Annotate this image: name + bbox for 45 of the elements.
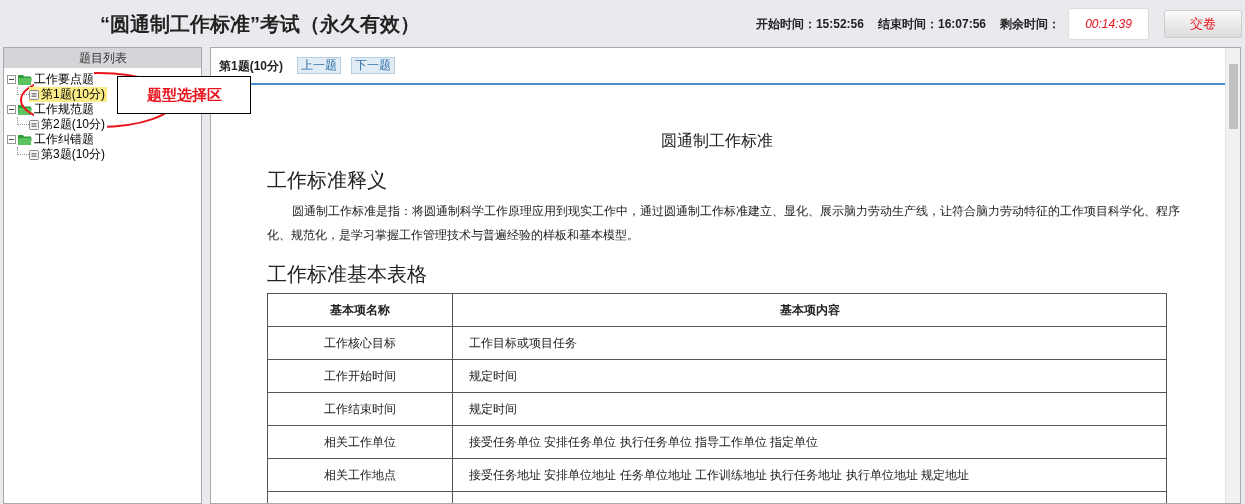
document-title: 圆通制工作标准 <box>660 131 774 151</box>
table-cell: 规定时间 <box>452 392 1167 426</box>
tree-folder-label[interactable]: 工作规范题 <box>34 102 94 117</box>
table-cell: 工作目标或项目任务 <box>452 326 1167 360</box>
scrollbar[interactable] <box>1225 48 1240 503</box>
table-cell: 工作核心目标 <box>267 326 453 360</box>
end-label: 结束时间： <box>877 15 938 33</box>
remaining-label: 剩余时间： <box>1000 15 1060 33</box>
sidebar-title: 题目列表 <box>4 48 201 68</box>
submit-button[interactable]: 交卷 <box>1164 9 1242 38</box>
document-icon <box>29 119 39 130</box>
section-heading: 工作标准基本表格 <box>267 262 428 287</box>
table-cell: 相关工作单位 <box>267 425 453 459</box>
column-header: 基本项内容 <box>452 293 1167 327</box>
section-heading: 工作标准释义 <box>267 168 388 193</box>
table-cell: 接受任务地址 安排单位地址 任务单位地址 工作训练地址 执行任务地址 执行单位地址 规定地址 <box>452 458 1167 492</box>
collapse-icon[interactable] <box>7 135 16 144</box>
tree-folder-label[interactable]: 工作要点题 <box>34 72 94 87</box>
countdown-timer: 00:14:39 <box>1068 7 1149 40</box>
tree-folder-label[interactable]: 工作纠错题 <box>34 132 94 147</box>
folder-icon <box>18 104 32 115</box>
table-cell: 工作结束时间 <box>267 392 453 426</box>
annotation-callout: 题型选择区 <box>117 76 251 114</box>
collapse-icon[interactable] <box>7 105 16 114</box>
document-icon <box>29 89 39 100</box>
previous-button[interactable]: 上一题 <box>297 57 341 74</box>
tree-item[interactable]: 第1题(10分) <box>29 87 107 102</box>
tree-item[interactable]: 第3题(10分) <box>29 147 107 162</box>
start-time: 15:52:56 <box>815 15 864 33</box>
exam-title: “圆通制工作标准”考试（永久有效） <box>100 11 420 37</box>
table-cell: 相关工作地点 <box>267 458 453 492</box>
end-time: 16:07:56 <box>937 15 986 33</box>
tree-item[interactable]: 第2题(10分) <box>29 117 107 132</box>
column-header: 基本项名称 <box>267 293 453 327</box>
collapse-icon[interactable] <box>7 75 16 84</box>
table-cell: 接受任务单位 安排任务单位 执行任务单位 指导工作单位 指定单位 <box>452 425 1167 459</box>
table-cell: 规定时间 <box>452 359 1167 393</box>
folder-icon <box>18 74 32 85</box>
folder-icon <box>18 134 32 145</box>
table-cell: 工作开始时间 <box>267 359 453 393</box>
current-question: 第1题(10分) <box>219 57 283 75</box>
start-label: 开始时间： <box>755 15 816 33</box>
next-button[interactable]: 下一题 <box>351 57 395 74</box>
document-icon <box>29 149 39 160</box>
paragraph: 圆通制工作标准是指：将圆通制科学工作原理应用到现实工作中，通过圆通制工作标准建立、显化、展示脑力劳动生产线，让符合脑力劳动特征的工作项目科学化、程序化、规范化，是学习掌握工作管理技术与普遍经验的样板和基本模型。 <box>267 203 1181 244</box>
